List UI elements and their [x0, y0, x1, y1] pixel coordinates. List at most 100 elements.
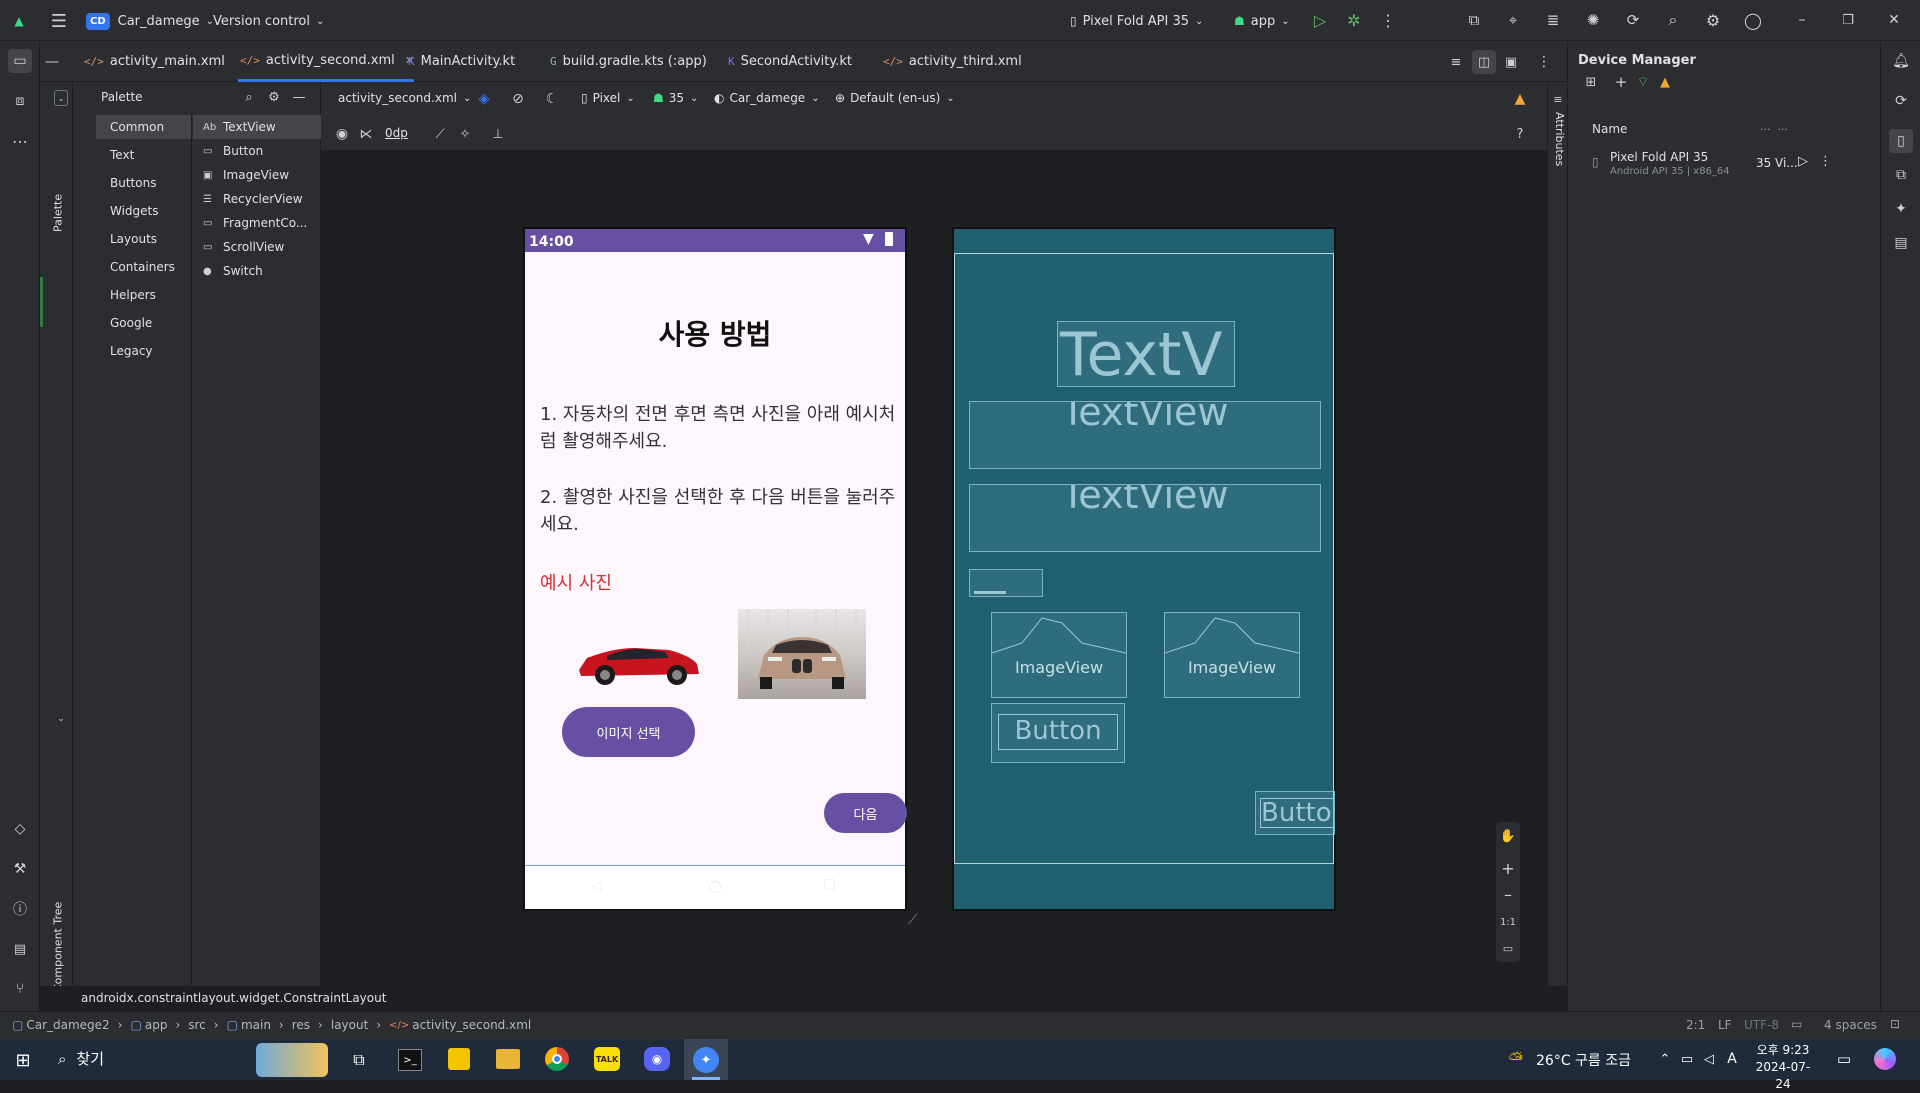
breadcrumb-res[interactable]: res [292, 1018, 310, 1032]
minimize-icon[interactable]: – [1792, 10, 1812, 30]
chevron-down-icon[interactable]: ⌄ [54, 712, 68, 726]
breadcrumb-main[interactable]: main [241, 1018, 271, 1032]
device-row[interactable]: ▯ Pixel Fold API 35 Android API 35 | x86… [1568, 145, 1881, 185]
category-containers[interactable]: Containers [110, 260, 175, 274]
wifi-pair-icon[interactable]: ⌔ [1634, 73, 1652, 91]
lock-icon[interactable]: ⊡ [1890, 1017, 1900, 1031]
device-more-icon[interactable]: ⋮ [1819, 154, 1832, 169]
vcs-menu[interactable]: Version control ⌄ [213, 9, 324, 33]
device-mirror-icon[interactable]: ⧉ [1464, 10, 1484, 30]
gear-icon[interactable]: ⚙ [1703, 10, 1723, 30]
caret-position[interactable]: 2:1 [1686, 1018, 1705, 1032]
blueprint-textview-step1[interactable]: TextView [969, 401, 1321, 469]
resize-handle-icon[interactable]: ⟋ [908, 912, 928, 928]
api-selector[interactable]: ☗ 35 ⌄ [653, 91, 698, 105]
design-view-icon[interactable]: ▣ [1501, 52, 1521, 72]
attributes-label[interactable]: Attributes [1550, 112, 1566, 192]
category-legacy[interactable]: Legacy [110, 344, 153, 358]
git-icon[interactable]: ⑂ [8, 977, 32, 1001]
discord-icon[interactable]: ◉ [644, 1047, 670, 1071]
tabs-more-icon[interactable]: ⋮ [1534, 52, 1554, 72]
category-layouts[interactable]: Layouts [110, 232, 157, 246]
volume-icon[interactable]: ◁ [1700, 1049, 1718, 1069]
blueprint-preview[interactable]: TextV TextView TextView ImageView ImageV… [952, 227, 1336, 911]
eye-icon[interactable]: ◉ [333, 125, 351, 143]
component-tree-strip-label[interactable]: Component Tree [50, 862, 66, 992]
more-actions-icon[interactable]: ⋮ [1378, 10, 1398, 30]
blueprint-imageview-2[interactable]: ImageView [1164, 612, 1300, 698]
category-text[interactable]: Text [110, 148, 134, 162]
line-separator[interactable]: LF [1718, 1018, 1732, 1032]
palette-strip-label[interactable]: Palette [50, 112, 66, 232]
app-inspection-icon[interactable]: ⌖ [1503, 10, 1523, 30]
build-icon[interactable]: ⚒ [8, 857, 32, 881]
resource-manager-icon[interactable]: ⧈ [8, 89, 32, 113]
tab-second-activity[interactable]: K SecondActivity.kt [728, 41, 852, 82]
close-icon[interactable]: ✕ [1884, 10, 1904, 30]
firebase-icon[interactable]: ▲ [1656, 73, 1674, 91]
debug-icon[interactable]: ✲ [1344, 10, 1364, 30]
infer-constraints-icon[interactable]: ✧ [456, 125, 474, 143]
blueprint-button-select[interactable]: Button [991, 703, 1125, 763]
phone-preview[interactable]: 14:00 ▼ 사용 방법 1. 자동차의 전면 후면 측면 사진을 아래 예시… [523, 227, 907, 911]
start-device-icon[interactable]: ▷ [1798, 154, 1808, 169]
guidelines-icon[interactable]: ⊥ [489, 125, 507, 143]
windows-start-icon[interactable]: ⊞ [12, 1049, 34, 1071]
minimize-panel-icon[interactable]: — [42, 52, 62, 72]
search-highlight-image[interactable] [256, 1043, 328, 1077]
tab-build-gradle[interactable]: Gbuild.gradle.kts (:app) [550, 41, 707, 82]
add-device-icon[interactable]: + [1612, 73, 1630, 91]
breadcrumb-app[interactable]: app [145, 1018, 168, 1032]
more-tools-icon[interactable]: ⋯ [8, 129, 32, 153]
pan-icon[interactable]: ✋ [1498, 826, 1518, 846]
notifications-icon[interactable]: 🔔︎ [1889, 49, 1913, 73]
zoom-in-icon[interactable]: + [1498, 858, 1518, 878]
file-selector[interactable]: activity_second.xml ⌄ [338, 91, 471, 105]
gem-icon[interactable]: ◇ [8, 817, 32, 841]
file-explorer-icon[interactable] [496, 1049, 520, 1069]
gradle-sync-icon[interactable]: ⟳ [1889, 89, 1913, 113]
copilot-icon[interactable] [1874, 1048, 1896, 1070]
grid-icon[interactable]: ⊞ [1582, 73, 1600, 91]
breadcrumb-file[interactable]: activity_second.xml [412, 1018, 531, 1032]
profiler-icon[interactable]: ✺ [1583, 10, 1603, 30]
network-icon[interactable]: ▭ [1678, 1049, 1696, 1069]
theme-selector[interactable]: ◐ Car_damege ⌄ [714, 91, 820, 105]
design-surface-icon[interactable]: ◈ [475, 90, 493, 108]
android-studio-taskbar-icon[interactable]: ✦ [693, 1047, 719, 1073]
indent-setting[interactable]: 4 spaces [1824, 1018, 1877, 1032]
category-helpers[interactable]: Helpers [110, 288, 156, 302]
gear-icon[interactable]: ⚙ [266, 89, 282, 105]
palette-item-fragmentcontainer[interactable]: ▭ FragmentCo... [203, 216, 307, 230]
design-canvas[interactable] [321, 152, 1547, 986]
search-icon[interactable]: ⌕ [241, 89, 257, 105]
terminal-app-icon[interactable]: >_ [398, 1049, 422, 1071]
tray-expand-icon[interactable]: ⌃ [1656, 1049, 1674, 1069]
hide-icon[interactable]: — [291, 89, 307, 105]
help-icon[interactable]: ? [1511, 125, 1529, 143]
code-view-icon[interactable]: ≡ [1446, 52, 1466, 72]
weather-icon[interactable]: ⛅︎ [1504, 1047, 1528, 1071]
category-buttons[interactable]: Buttons [110, 176, 156, 190]
palette-collapse-icon[interactable]: ⌄ [54, 90, 68, 106]
night-mode-icon[interactable]: ☾ [543, 90, 561, 108]
category-google[interactable]: Google [110, 316, 152, 330]
palette-item-switch[interactable]: ● Switch [203, 264, 263, 278]
taskbar-search[interactable]: ⌕ 찾기 [58, 1048, 104, 1069]
device-selector[interactable]: ▯ Pixel Fold API 35 ⌄ [1070, 9, 1203, 33]
device-file-explorer-icon[interactable]: ▤ [1889, 231, 1913, 255]
device-preview-selector[interactable]: ▯ Pixel ⌄ [581, 91, 635, 105]
blueprint-imageview-1[interactable]: ImageView [991, 612, 1127, 698]
gemini-icon[interactable]: ✦ [1889, 197, 1913, 221]
search-icon[interactable]: ⌕ [1663, 10, 1683, 30]
running-devices-icon[interactable]: ⧉ [1889, 163, 1913, 187]
blueprint-textview-title[interactable]: TextV [1057, 321, 1235, 387]
breadcrumb-src[interactable]: src [188, 1018, 206, 1032]
zoom-ratio[interactable]: 1:1 [1498, 912, 1518, 932]
kakaotalk-icon[interactable]: TALK [594, 1047, 620, 1071]
category-widgets[interactable]: Widgets [110, 204, 159, 218]
tab-activity-second[interactable]: </> activity_second.xml ✕ [238, 41, 414, 82]
warning-icon[interactable]: ▲ [1511, 90, 1529, 108]
sync-icon[interactable]: ⟳ [1623, 10, 1643, 30]
autoconnect-icon[interactable]: ⋉ [357, 125, 375, 143]
